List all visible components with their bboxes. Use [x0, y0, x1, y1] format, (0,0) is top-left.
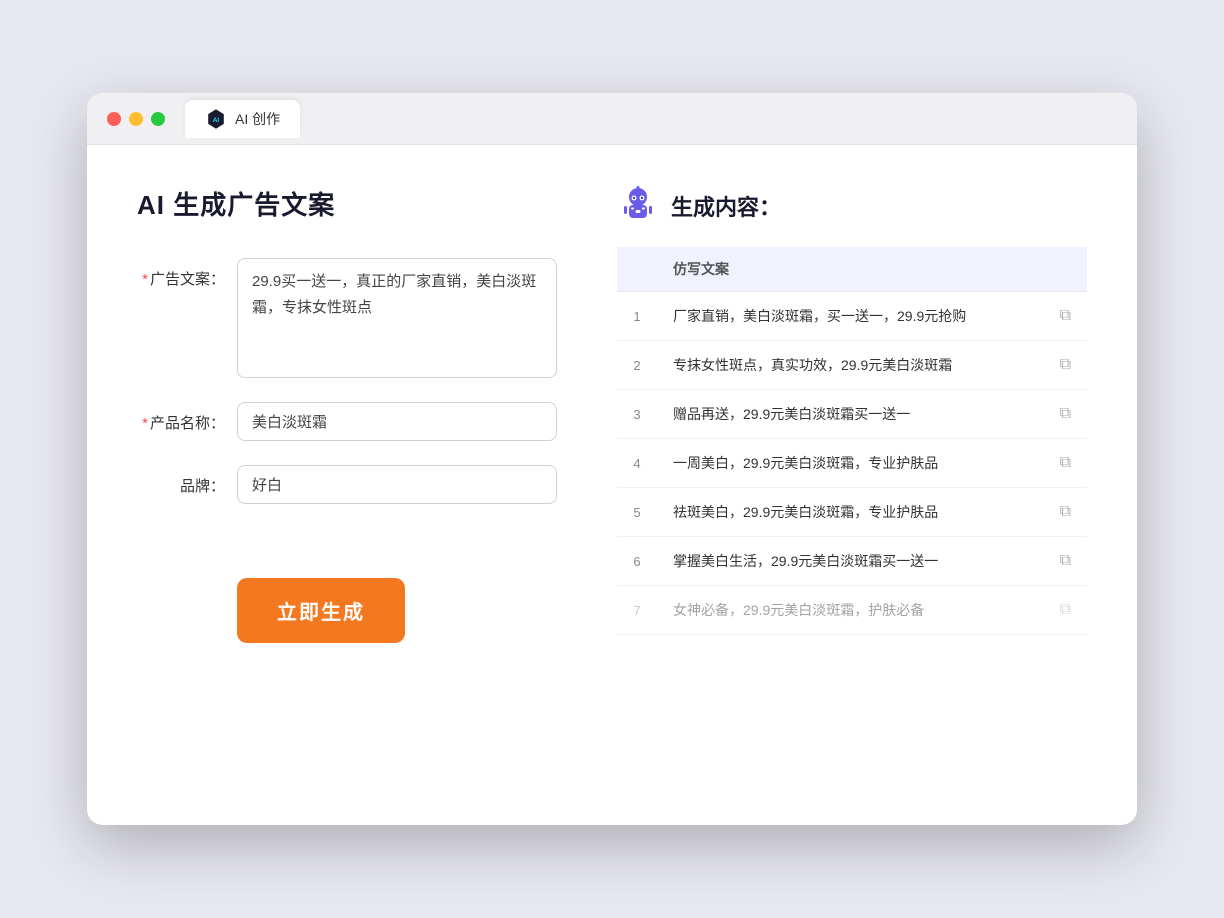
result-header: 生成内容： [617, 185, 1087, 227]
ai-tab-icon: AI [205, 108, 227, 130]
table-row: 1厂家直销，美白淡斑霜，买一送一，29.9元抢购 ⧉ [617, 292, 1087, 341]
ad-copy-label: 广告文案： [137, 258, 237, 289]
copy-cell[interactable]: ⧉ [1044, 292, 1087, 341]
table-content-header: 仿写文案 [657, 247, 1044, 292]
ai-tab[interactable]: AI AI 创作 [185, 100, 300, 138]
table-row: 2专抹女性斑点，真实功效，29.9元美白淡斑霜 ⧉ [617, 341, 1087, 390]
right-panel: 生成内容： 仿写文案 1厂家直销，美白淡斑霜，买一送一，29.9元抢购⧉2专抹女… [617, 185, 1087, 785]
row-text: 女神必备，29.9元美白淡斑霜，护肤必备 [657, 586, 1044, 635]
copy-icon[interactable]: ⧉ [1060, 405, 1071, 422]
ad-copy-row: 广告文案： 29.9买一送一，真正的厂家直销，美白淡斑霜，专抹女性斑点 [137, 258, 557, 378]
brand-row: 品牌： [137, 465, 557, 504]
table-row: 4一周美白，29.9元美白淡斑霜，专业护肤品 ⧉ [617, 439, 1087, 488]
brand-label: 品牌： [137, 465, 237, 496]
row-index: 1 [617, 292, 657, 341]
robot-icon [617, 185, 659, 227]
row-text: 一周美白，29.9元美白淡斑霜，专业护肤品 [657, 439, 1044, 488]
row-text: 掌握美白生活，29.9元美白淡斑霜买一送一 [657, 537, 1044, 586]
svg-text:AI: AI [213, 117, 220, 124]
row-index: 6 [617, 537, 657, 586]
row-text: 专抹女性斑点，真实功效，29.9元美白淡斑霜 [657, 341, 1044, 390]
copy-icon[interactable]: ⧉ [1060, 454, 1071, 471]
result-title: 生成内容： [671, 190, 781, 222]
copy-cell[interactable]: ⧉ [1044, 537, 1087, 586]
copy-icon[interactable]: ⧉ [1060, 503, 1071, 520]
brand-input[interactable] [237, 465, 557, 504]
browser-window: AI AI 创作 AI 生成广告文案 广告文案： 29.9买一送一，真正的厂家直… [87, 93, 1137, 825]
minimize-button[interactable] [129, 112, 143, 126]
product-name-input[interactable] [237, 402, 557, 441]
row-index: 4 [617, 439, 657, 488]
row-index: 7 [617, 586, 657, 635]
row-index: 3 [617, 390, 657, 439]
copy-icon[interactable]: ⧉ [1060, 552, 1071, 569]
copy-cell[interactable]: ⧉ [1044, 390, 1087, 439]
copy-cell[interactable]: ⧉ [1044, 488, 1087, 537]
row-index: 5 [617, 488, 657, 537]
table-row: 7女神必备，29.9元美白淡斑霜，护肤必备 ⧉ [617, 586, 1087, 635]
tab-label: AI 创作 [235, 109, 280, 129]
close-button[interactable] [107, 112, 121, 126]
content-area: AI 生成广告文案 广告文案： 29.9买一送一，真正的厂家直销，美白淡斑霜，专… [87, 145, 1137, 825]
table-row: 3赠品再送，29.9元美白淡斑霜买一送一 ⧉ [617, 390, 1087, 439]
page-title: AI 生成广告文案 [137, 185, 557, 222]
table-index-header [617, 247, 657, 292]
generate-button[interactable]: 立即生成 [237, 578, 405, 643]
row-index: 2 [617, 341, 657, 390]
titlebar: AI AI 创作 [87, 93, 1137, 145]
table-action-header [1044, 247, 1087, 292]
copy-icon[interactable]: ⧉ [1060, 356, 1071, 373]
table-row: 6掌握美白生活，29.9元美白淡斑霜买一送一 ⧉ [617, 537, 1087, 586]
result-table: 仿写文案 1厂家直销，美白淡斑霜，买一送一，29.9元抢购⧉2专抹女性斑点，真实… [617, 247, 1087, 635]
table-row: 5祛斑美白，29.9元美白淡斑霜，专业护肤品 ⧉ [617, 488, 1087, 537]
copy-icon[interactable]: ⧉ [1060, 601, 1071, 618]
product-name-label: 产品名称： [137, 402, 237, 433]
row-text: 厂家直销，美白淡斑霜，买一送一，29.9元抢购 [657, 292, 1044, 341]
copy-cell[interactable]: ⧉ [1044, 341, 1087, 390]
traffic-lights [107, 112, 165, 126]
copy-cell[interactable]: ⧉ [1044, 439, 1087, 488]
copy-cell[interactable]: ⧉ [1044, 586, 1087, 635]
product-name-row: 产品名称： [137, 402, 557, 441]
left-panel: AI 生成广告文案 广告文案： 29.9买一送一，真正的厂家直销，美白淡斑霜，专… [137, 185, 557, 785]
row-text: 赠品再送，29.9元美白淡斑霜买一送一 [657, 390, 1044, 439]
copy-icon[interactable]: ⧉ [1060, 307, 1071, 324]
ad-copy-input[interactable]: 29.9买一送一，真正的厂家直销，美白淡斑霜，专抹女性斑点 [237, 258, 557, 378]
maximize-button[interactable] [151, 112, 165, 126]
row-text: 祛斑美白，29.9元美白淡斑霜，专业护肤品 [657, 488, 1044, 537]
